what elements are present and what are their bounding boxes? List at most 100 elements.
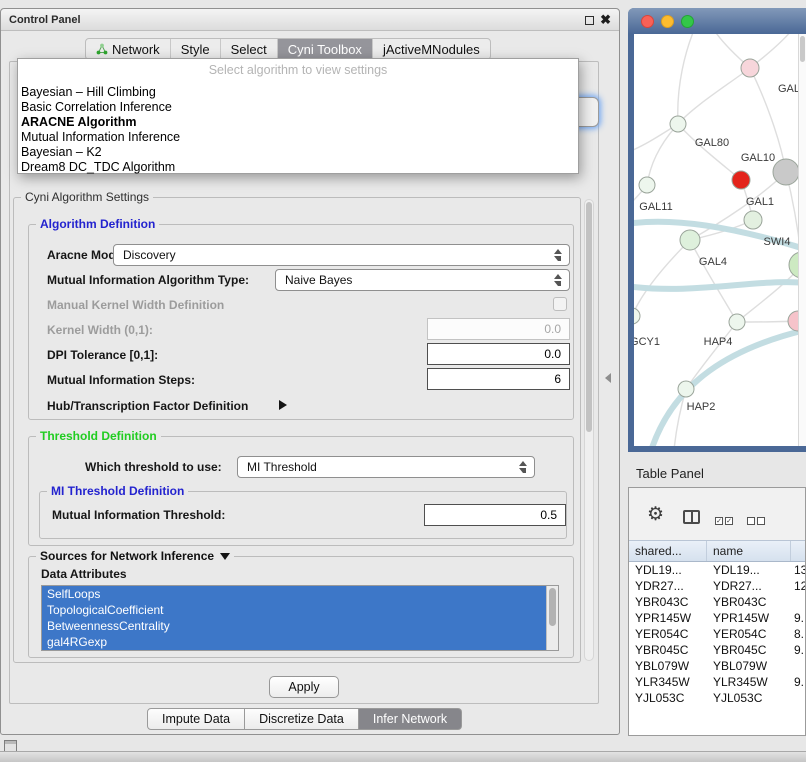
- tab-select[interactable]: Select: [220, 39, 277, 59]
- select-rows-button[interactable]: [715, 513, 735, 527]
- mi-steps-field[interactable]: 6: [427, 368, 570, 390]
- column-header-name[interactable]: name: [707, 541, 791, 561]
- manual-kernel-width-checkbox[interactable]: [553, 297, 567, 311]
- attributes-scrollbar[interactable]: [546, 586, 558, 650]
- table-cell: YBL079W: [629, 658, 707, 674]
- graph-node[interactable]: [634, 308, 640, 324]
- table-cell: YPR145W: [629, 610, 707, 626]
- mi-threshold-label: Mutual Information Threshold:: [52, 508, 225, 522]
- graph-node[interactable]: [732, 171, 750, 189]
- table-row[interactable]: YLR345WYLR345W9.: [629, 674, 805, 690]
- attribute-betweennesscentrality[interactable]: BetweennessCentrality: [42, 618, 546, 634]
- table-cell: YDL19...: [707, 562, 791, 578]
- threshold-definition-title: Threshold Definition: [36, 429, 161, 443]
- algorithm-option-aracne-algorithm[interactable]: ARACNE Algorithm: [18, 115, 578, 130]
- table-row[interactable]: YDL19...YDL19...13: [629, 562, 805, 578]
- graph-node[interactable]: [741, 59, 759, 77]
- kernel-width-label: Kernel Width (0,1):: [47, 323, 153, 337]
- column-header-shared[interactable]: shared...: [629, 541, 707, 561]
- algorithm-popup-placeholder: Select algorithm to view settings: [18, 63, 578, 77]
- scrollbar-thumb[interactable]: [800, 36, 805, 62]
- graph-node-label: HAP4: [704, 336, 733, 348]
- graph-node-label: GAL11: [639, 201, 672, 213]
- table-cell: 9.: [791, 642, 805, 658]
- network-window-titlebar[interactable]: [628, 8, 806, 34]
- scrollbar-thumb[interactable]: [586, 202, 592, 432]
- tab-network[interactable]: Network: [86, 39, 170, 59]
- panel-collapse-arrow-icon[interactable]: [605, 373, 611, 383]
- tab-discretize-data[interactable]: Discretize Data: [245, 708, 359, 730]
- combo-arrows-icon: [519, 461, 528, 473]
- kernel-width-field[interactable]: 0.0: [427, 318, 570, 340]
- column-header-extra[interactable]: [791, 541, 805, 561]
- scrollbar-thumb[interactable]: [549, 588, 556, 626]
- float-panel-button[interactable]: [585, 16, 594, 25]
- canvas-scrollbar[interactable]: [798, 34, 806, 446]
- deselect-rows-button[interactable]: [747, 513, 767, 527]
- algorithm-option-dream8-dc-tdc-algorithm[interactable]: Dream8 DC_TDC Algorithm: [18, 160, 578, 175]
- settings-gear-button[interactable]: ⚙: [647, 505, 664, 525]
- table-row[interactable]: YJL053CYJL053C: [629, 690, 805, 706]
- mi-algorithm-type-label: Mutual Information Algorithm Type:: [47, 273, 249, 287]
- control-panel-titlebar[interactable]: Control Panel ✖: [1, 9, 619, 31]
- mi-threshold-field[interactable]: 0.5: [424, 504, 566, 526]
- table-row[interactable]: YPR145WYPR145W9.: [629, 610, 805, 626]
- sources-group-title[interactable]: Sources for Network Inference: [36, 549, 234, 563]
- graph-node[interactable]: [639, 177, 655, 193]
- table-row[interactable]: YDR27...YDR27...12: [629, 578, 805, 594]
- table-row[interactable]: YBR045CYBR045C9.: [629, 642, 805, 658]
- dpi-tolerance-label: DPI Tolerance [0,1]:: [47, 348, 158, 362]
- apply-button[interactable]: Apply: [269, 676, 339, 698]
- table-cell: [791, 594, 805, 610]
- control-panel-title: Control Panel: [9, 9, 81, 31]
- attribute-gal4rgexp[interactable]: gal4RGexp: [42, 634, 546, 650]
- algorithm-option-mutual-information-inference[interactable]: Mutual Information Inference: [18, 130, 578, 145]
- checked-box-icon: [725, 517, 733, 525]
- expand-right-arrow-icon[interactable]: [279, 400, 287, 410]
- table-body: YDL19...YDL19...13YDR27...YDR27...12YBR0…: [629, 562, 805, 735]
- algorithm-option-basic-correlation-inference[interactable]: Basic Correlation Inference: [18, 100, 578, 115]
- attribute-topologicalcoefficient[interactable]: TopologicalCoefficient: [42, 602, 546, 618]
- table-cell: 13: [791, 562, 805, 578]
- tab-cyni-toolbox[interactable]: Cyni Toolbox: [277, 39, 372, 59]
- mi-algorithm-type-select[interactable]: Naive Bayes: [275, 269, 570, 291]
- window-close-button[interactable]: [641, 15, 654, 28]
- dpi-tolerance-field[interactable]: 0.0: [427, 343, 570, 365]
- which-threshold-select[interactable]: MI Threshold: [237, 456, 535, 478]
- network-canvas[interactable]: GALGAL80GAL10GAL11GAL1SWI4GAL4GCY1HAP4HA…: [634, 34, 806, 446]
- table-cell: YDR27...: [707, 578, 791, 594]
- graph-node[interactable]: [744, 211, 762, 229]
- table-cell: [791, 658, 805, 674]
- graph-node[interactable]: [678, 381, 694, 397]
- graph-node-label: GAL: [778, 83, 800, 95]
- aracne-mode-select[interactable]: Discovery: [113, 244, 570, 266]
- close-panel-button[interactable]: ✖: [600, 11, 611, 29]
- table-cell: YBR045C: [707, 642, 791, 658]
- tab-infer-network[interactable]: Infer Network: [359, 708, 462, 730]
- hub-section-label[interactable]: Hub/Transcription Factor Definition: [47, 399, 248, 413]
- graph-node[interactable]: [773, 159, 799, 185]
- attribute-selfloops[interactable]: SelfLoops: [42, 586, 546, 602]
- tab-jactivemnodules[interactable]: jActiveMNodules: [372, 39, 490, 59]
- window-zoom-button[interactable]: [681, 15, 694, 28]
- sources-title-text: Sources for Network Inference: [40, 549, 214, 563]
- algorithm-option-bayesian-k2[interactable]: Bayesian – K2: [18, 145, 578, 160]
- graph-node[interactable]: [729, 314, 745, 330]
- graph-node-label: GAL10: [741, 152, 775, 164]
- graph-node[interactable]: [680, 230, 700, 250]
- status-bar: [0, 751, 806, 762]
- table-row[interactable]: YBR043CYBR043C: [629, 594, 805, 610]
- algorithm-definition-title: Algorithm Definition: [36, 217, 159, 231]
- table-cell: 9.: [791, 674, 805, 690]
- table-row[interactable]: YBL079WYBL079W: [629, 658, 805, 674]
- settings-scrollbar[interactable]: [584, 199, 594, 661]
- table-row[interactable]: YER054CYER054C8.: [629, 626, 805, 642]
- tab-impute-data[interactable]: Impute Data: [147, 708, 245, 730]
- column-visibility-button[interactable]: [683, 510, 700, 524]
- table-cell: [791, 690, 805, 706]
- graph-node[interactable]: [670, 116, 686, 132]
- window-minimize-button[interactable]: [661, 15, 674, 28]
- graph-node-label: SWI4: [764, 236, 791, 248]
- algorithm-option-bayesian-hill-climbing[interactable]: Bayesian – Hill Climbing: [18, 85, 578, 100]
- tab-style[interactable]: Style: [170, 39, 220, 59]
